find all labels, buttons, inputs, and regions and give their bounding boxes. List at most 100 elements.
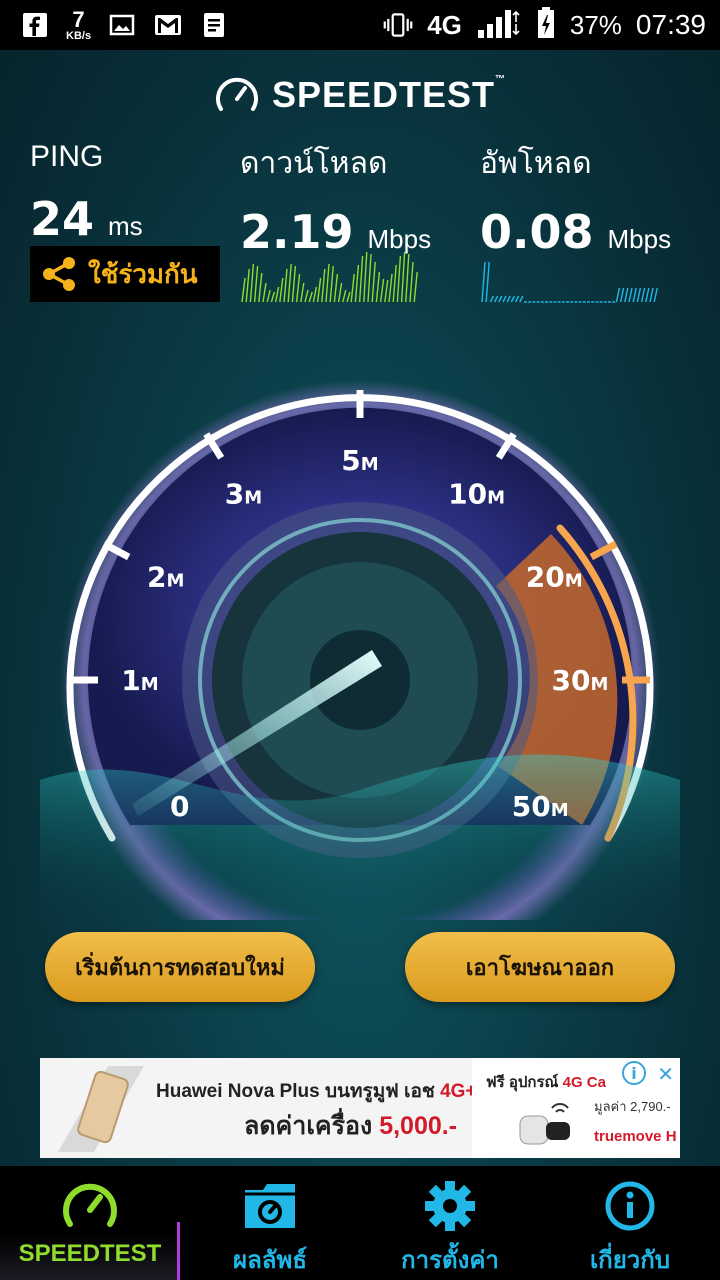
gmail-icon: [153, 10, 183, 40]
signal-icon: [476, 6, 522, 44]
vibrate-icon: [383, 10, 413, 40]
remove-ads-button[interactable]: เอาโฆษณาออก: [405, 932, 675, 1002]
sparkline-bar: [624, 287, 629, 303]
clock: 07:39: [635, 9, 706, 40]
sparkline-bar: [283, 268, 288, 303]
sparkline-bar: [333, 273, 339, 303]
sparkline-bar: [308, 291, 313, 303]
ad-subtext: มูลค่า 2,790.-: [594, 1099, 671, 1114]
results-folder-icon: [245, 1184, 295, 1228]
speed-gauge: 01M2M3M5M10M20M30M50M: [40, 380, 680, 920]
sparkline-bar: [405, 253, 410, 303]
tab-about-label: เกี่ยวกับ: [589, 1247, 671, 1274]
ping-metric: PING 24 ms: [30, 140, 143, 246]
gallery-icon: [107, 10, 137, 40]
upload-metric: อัพโหลด 0.08 Mbps: [480, 140, 671, 259]
sparkline-bar: [379, 278, 385, 303]
sparkline-bar: [262, 282, 267, 303]
sparkline-bar: [321, 268, 326, 303]
ad-info-icon[interactable]: i: [622, 1061, 646, 1085]
sparkline-bar: [514, 295, 520, 303]
sparkline-bar: [241, 277, 246, 303]
gauge-label: 0: [170, 790, 189, 823]
tab-speedtest-label: SPEEDTEST: [18, 1240, 162, 1267]
sparkline-bar: [400, 252, 406, 303]
sparkline-bar: [291, 265, 297, 303]
sparkline-bar: [489, 295, 495, 303]
ad-price-highlight: 5,000.-: [379, 1112, 458, 1140]
sparkline-bar: [266, 289, 271, 303]
tab-results-label: ผลลัพธ์: [233, 1247, 307, 1274]
sparkline-bar: [354, 264, 360, 303]
tab-speedtest[interactable]: SPEEDTEST: [0, 1166, 180, 1280]
sparkline-bar: [245, 268, 250, 303]
ad-promo-text: ฟรี อุปกรณ์: [486, 1074, 563, 1091]
upload-value: 0.08: [480, 205, 594, 259]
status-bar: 7 KB/s 4G 37% 07:39: [0, 0, 720, 50]
ad-promo: ฟรี อุปกรณ์ 4G Ca: [486, 1070, 606, 1094]
wifi-device-icon: [519, 1103, 570, 1145]
sparkline-bar: [375, 271, 381, 303]
sparkline-bar: [270, 291, 276, 303]
notes-icon: [199, 10, 229, 40]
sparkline-bar: [258, 272, 263, 303]
battery-icon: [536, 6, 556, 44]
sparkline-bar: [485, 261, 490, 303]
phone-image-icon: [58, 1066, 144, 1152]
ping-label: PING: [30, 140, 104, 173]
sparkline-bar: [316, 277, 322, 303]
sparkline-bar: [619, 287, 625, 303]
sparkline-bar: [645, 287, 650, 303]
tab-results[interactable]: ผลลัพธ์: [180, 1166, 360, 1280]
sparkline-bar: [653, 287, 658, 303]
sparkline-bar: [304, 289, 309, 303]
share-icon: [43, 257, 75, 291]
sparkline-bar: [253, 265, 259, 303]
sparkline-bar: [367, 253, 372, 303]
sparkline-bar: [502, 295, 507, 303]
sparkline-bar: [384, 279, 389, 303]
sparkline-bar: [506, 295, 511, 303]
ad-close-icon[interactable]: ✕: [657, 1062, 674, 1086]
sparkline-bar: [632, 287, 637, 303]
sparkline-bar: [363, 252, 368, 303]
ad-price: ลดค่าเครื่อง 5,000.-: [244, 1106, 457, 1146]
speedtest-logo: SPEEDTEST™: [0, 74, 720, 116]
download-metric: ดาวน์โหลด 2.19 Mbps: [240, 140, 431, 259]
sparkline-bar: [279, 277, 284, 303]
ad-price-text: ลดค่าเครื่อง: [244, 1112, 380, 1140]
sparkline-bar: [358, 255, 364, 303]
brand-name: SPEEDTEST: [271, 74, 496, 115]
share-button[interactable]: ใช้ร่วมกัน: [30, 246, 220, 302]
sparkline-bar: [498, 295, 503, 303]
ad-promo-highlight: 4G Ca: [562, 1074, 606, 1091]
sparkline-bar: [337, 282, 343, 303]
bottom-nav: SPEEDTEST ผลลัพธ์ การตั้งค่า เกี่ยวกับ: [0, 1166, 720, 1280]
download-label: ดาวน์โหลด: [240, 147, 388, 180]
download-unit: Mbps: [367, 224, 432, 254]
share-label: ใช้ร่วมกัน: [88, 258, 198, 289]
sparkline-bar: [295, 273, 301, 303]
info-icon: [605, 1181, 655, 1231]
speedometer-logo-icon: [215, 77, 258, 111]
sparkline-bar: [481, 261, 486, 303]
speedometer-icon: [63, 1183, 117, 1227]
tab-settings[interactable]: การตั้งค่า: [360, 1166, 540, 1280]
sparkline-bar: [346, 291, 351, 303]
sparkline-bar: [636, 287, 642, 303]
download-value: 2.19: [240, 205, 354, 259]
ad-title-text: Huawei Nova Plus บนทรูมูฟ เอช: [156, 1081, 441, 1102]
sparkline-bar: [409, 261, 414, 303]
sparkline-bar: [628, 287, 633, 303]
sparkline-bar: [300, 282, 305, 303]
sparkline-bar: [329, 265, 334, 303]
facebook-icon: [20, 10, 50, 40]
download-sparkline: [241, 252, 418, 303]
gear-icon: [425, 1181, 475, 1231]
tab-about[interactable]: เกี่ยวกับ: [540, 1166, 720, 1280]
restart-test-button[interactable]: เริ่มต้นการทดสอบใหม่: [45, 932, 315, 1002]
sparkline-bar: [493, 295, 499, 303]
ad-banner[interactable]: Huawei Nova Plus บนทรูมูฟ เอช 4G+ ลดค่าเ…: [40, 1058, 680, 1158]
sparkline-bar: [510, 295, 516, 303]
sparkline-bar: [249, 263, 255, 303]
